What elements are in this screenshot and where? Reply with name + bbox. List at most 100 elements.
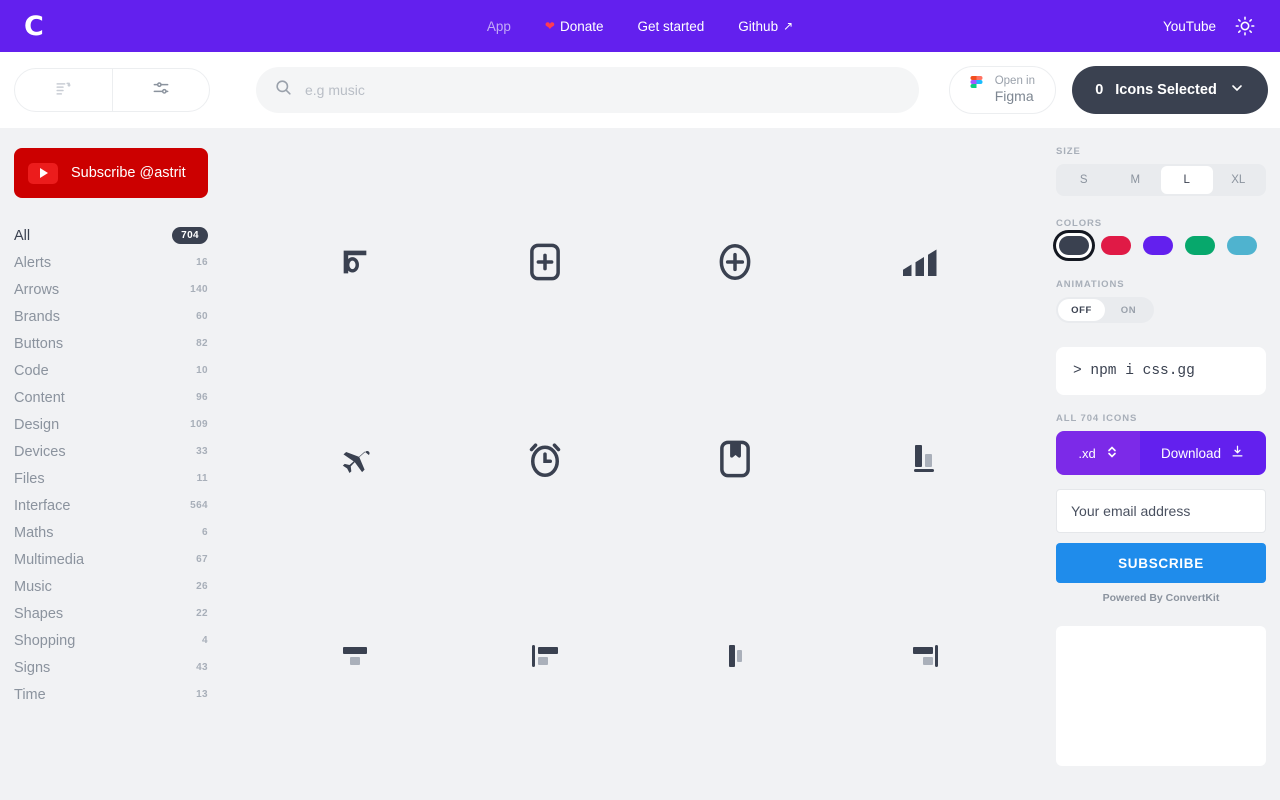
sidebar-item-design[interactable]: Design 109 bbox=[14, 411, 208, 438]
search-input[interactable] bbox=[305, 82, 901, 98]
nav-item-app-label: App bbox=[486, 18, 511, 34]
page-body: Subscribe @astrit All 704 Alerts 16 Arro… bbox=[0, 128, 1280, 800]
icon-cell-align-bottom[interactable] bbox=[830, 363, 1020, 560]
icon-cell-align-vertical-left[interactable] bbox=[640, 560, 830, 757]
figma-button-label: Open in Figma bbox=[995, 74, 1035, 106]
color-swatch-green[interactable] bbox=[1185, 236, 1215, 255]
sidebar-item-all[interactable]: All 704 bbox=[14, 222, 208, 249]
sidebar-item-files[interactable]: Files 11 bbox=[14, 465, 208, 492]
sidebar-item-time[interactable]: Time 13 bbox=[14, 681, 208, 708]
category-label: Arrows bbox=[14, 281, 60, 298]
animations-toggle: OFF ON bbox=[1056, 297, 1154, 323]
chevron-down-icon bbox=[1229, 80, 1245, 101]
adidas-logo-icon bbox=[903, 247, 947, 282]
icon-cell-align-center[interactable] bbox=[260, 560, 450, 757]
size-button-m[interactable]: M bbox=[1110, 166, 1162, 194]
category-label: Time bbox=[14, 686, 46, 703]
list-sort-icon bbox=[53, 78, 73, 103]
color-swatch-purple[interactable] bbox=[1143, 236, 1173, 255]
nav-item-get-started[interactable]: Get started bbox=[638, 19, 705, 34]
nav-item-donate[interactable]: ❤ Donate bbox=[545, 19, 604, 34]
sliders-options-icon bbox=[151, 78, 171, 103]
sidebar-item-maths[interactable]: Maths 6 bbox=[14, 519, 208, 546]
search-bar[interactable] bbox=[256, 67, 919, 113]
size-selector: S M L XL bbox=[1056, 164, 1266, 196]
size-section-label: SIZE bbox=[1056, 146, 1081, 157]
size-button-xl[interactable]: XL bbox=[1213, 166, 1265, 194]
sidebar-item-devices[interactable]: Devices 33 bbox=[14, 438, 208, 465]
youtube-subscribe-button[interactable]: Subscribe @astrit bbox=[14, 148, 208, 198]
category-label: Code bbox=[14, 362, 49, 379]
download-row: .xd Download bbox=[1056, 431, 1266, 475]
youtube-link[interactable]: YouTube bbox=[1163, 19, 1216, 34]
category-count: 82 bbox=[196, 338, 208, 349]
sun-icon[interactable] bbox=[1234, 15, 1256, 37]
sidebar-item-shapes[interactable]: Shapes 22 bbox=[14, 600, 208, 627]
icon-cell-add[interactable] bbox=[640, 166, 830, 363]
icon-cell-alarm[interactable] bbox=[450, 363, 640, 560]
nav-item-github[interactable]: Github ↗ bbox=[738, 19, 793, 34]
category-label: Interface bbox=[14, 497, 71, 514]
category-count: 67 bbox=[196, 554, 208, 565]
category-count: 96 bbox=[196, 392, 208, 403]
email-field[interactable] bbox=[1056, 489, 1266, 533]
icon-cell-align-left[interactable] bbox=[450, 560, 640, 757]
view-list-button[interactable] bbox=[15, 69, 112, 111]
sidebar-item-content[interactable]: Content 96 bbox=[14, 384, 208, 411]
header-right: YouTube bbox=[1163, 15, 1256, 37]
nav-item-donate-label: Donate bbox=[559, 18, 604, 34]
size-button-l[interactable]: L bbox=[1161, 166, 1213, 194]
sidebar-item-interface[interactable]: Interface 564 bbox=[14, 492, 208, 519]
category-label: Design bbox=[14, 416, 60, 433]
add-rounded-square-icon bbox=[524, 241, 566, 288]
album-bookmark-icon bbox=[714, 438, 756, 485]
animations-off-button[interactable]: OFF bbox=[1058, 299, 1105, 321]
powered-by-label: Powered By ConvertKit bbox=[1102, 592, 1220, 604]
nav-item-app[interactable]: App bbox=[487, 19, 511, 34]
icon-cell-align-right[interactable] bbox=[830, 560, 1020, 757]
youtube-subscribe-label: Subscribe @astrit bbox=[71, 165, 186, 181]
sidebar-item-buttons[interactable]: Buttons 82 bbox=[14, 330, 208, 357]
icon-cell-add-r[interactable] bbox=[450, 166, 640, 363]
category-count: 109 bbox=[190, 419, 208, 430]
icon-cell-abstract[interactable] bbox=[260, 166, 450, 363]
color-swatch-teal[interactable] bbox=[1227, 236, 1257, 255]
npm-command-box[interactable]: > npm i css.gg bbox=[1056, 347, 1266, 395]
category-label: All bbox=[14, 227, 31, 244]
open-in-figma-button[interactable]: Open in Figma bbox=[948, 66, 1056, 114]
sidebar-item-arrows[interactable]: Arrows 140 bbox=[14, 276, 208, 303]
category-count: 22 bbox=[196, 608, 208, 619]
subscribe-button[interactable]: SUBSCRIBE bbox=[1056, 543, 1266, 583]
icon-cell-airplane[interactable] bbox=[260, 363, 450, 560]
category-list: All 704 Alerts 16 Arrows 140 Brands 60 B… bbox=[14, 222, 208, 708]
sidebar-item-multimedia[interactable]: Multimedia 67 bbox=[14, 546, 208, 573]
sidebar-item-shopping[interactable]: Shopping 4 bbox=[14, 627, 208, 654]
category-label: Files bbox=[14, 470, 45, 487]
category-label: Buttons bbox=[14, 335, 64, 352]
colors-section-label: COLORS bbox=[1056, 218, 1103, 229]
sidebar-item-code[interactable]: Code 10 bbox=[14, 357, 208, 384]
icons-selected-dropdown[interactable]: 0 Icons Selected bbox=[1072, 66, 1268, 114]
add-circle-icon bbox=[714, 241, 756, 288]
color-swatch-dark[interactable] bbox=[1059, 236, 1089, 255]
download-format-select[interactable]: .xd bbox=[1056, 431, 1140, 475]
sidebar-item-signs[interactable]: Signs 43 bbox=[14, 654, 208, 681]
size-button-s[interactable]: S bbox=[1058, 166, 1110, 194]
sidebar: Subscribe @astrit All 704 Alerts 16 Arro… bbox=[0, 128, 230, 800]
category-label: Multimedia bbox=[14, 551, 85, 568]
view-options-button[interactable] bbox=[111, 69, 210, 111]
logo[interactable]: C bbox=[24, 13, 44, 40]
sidebar-item-alerts[interactable]: Alerts 16 bbox=[14, 249, 208, 276]
abstract-logo-icon bbox=[338, 245, 372, 284]
sidebar-item-brands[interactable]: Brands 60 bbox=[14, 303, 208, 330]
sidebar-item-music[interactable]: Music 26 bbox=[14, 573, 208, 600]
animations-on-button[interactable]: ON bbox=[1105, 299, 1152, 321]
icon-cell-album[interactable] bbox=[640, 363, 830, 560]
align-right-icon bbox=[905, 636, 945, 681]
download-button[interactable]: Download bbox=[1140, 431, 1266, 475]
align-bottom-icon bbox=[905, 439, 945, 484]
icon-cell-adidas[interactable] bbox=[830, 166, 1020, 363]
color-swatch-red[interactable] bbox=[1101, 236, 1131, 255]
category-count: 704 bbox=[172, 227, 208, 244]
toolbar: Open in Figma 0 Icons Selected bbox=[0, 52, 1280, 128]
